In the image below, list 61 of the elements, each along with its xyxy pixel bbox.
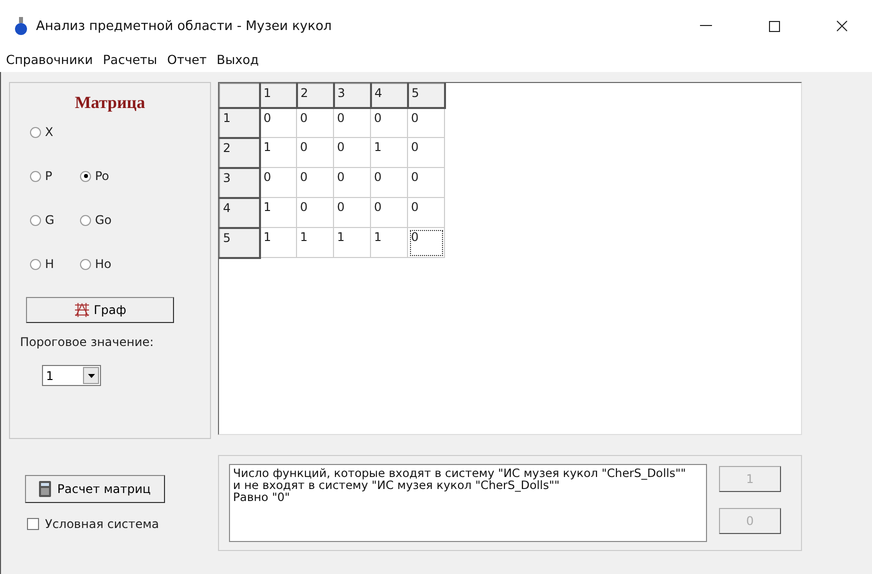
table-cell[interactable]: 0: [334, 198, 370, 228]
table-cell[interactable]: 1: [334, 228, 370, 258]
table-cell[interactable]: 0: [334, 168, 370, 198]
row-header: 3: [220, 168, 260, 198]
table-cell[interactable]: 0: [260, 168, 296, 198]
table-cell[interactable]: 0: [408, 168, 444, 198]
row-header: 4: [220, 198, 260, 228]
radio-option[interactable]: P: [30, 167, 80, 185]
radio-option[interactable]: Ho: [80, 255, 140, 273]
table-cell[interactable]: 0: [408, 138, 444, 168]
menu-item[interactable]: Расчеты: [102, 52, 158, 67]
result-text: Число функций, которые входят в систему "ИС музея кукол "CherS_Dolls"" и не входят в систему "ИС музея кукол "CherS_Dolls"" Равно "0": [229, 464, 707, 542]
graph-icon: [74, 303, 90, 317]
table-cell[interactable]: 0: [370, 108, 408, 138]
table-cell[interactable]: 0: [370, 198, 408, 228]
table-cell[interactable]: 1: [260, 138, 296, 168]
table-cell[interactable]: 1: [370, 228, 408, 258]
table-cell[interactable]: 0: [408, 198, 444, 228]
table-cell[interactable]: 1: [370, 138, 408, 168]
column-header: 4: [370, 84, 408, 108]
table-cell[interactable]: 0: [296, 108, 334, 138]
radio-option[interactable]: G: [30, 211, 80, 229]
radio-option[interactable]: Po: [80, 167, 140, 185]
table-cell[interactable]: 0: [296, 168, 334, 198]
table-cell[interactable]: 0: [296, 138, 334, 168]
row-header: 5: [220, 228, 260, 258]
column-header: 2: [296, 84, 334, 108]
close-icon[interactable]: [836, 20, 848, 32]
table-cell[interactable]: 1: [260, 228, 296, 258]
table-cell[interactable]: 0: [296, 198, 334, 228]
column-header: 1: [260, 84, 296, 108]
menu-item[interactable]: Справочники: [6, 52, 93, 67]
row-header: 2: [220, 138, 260, 168]
column-header: 3: [334, 84, 370, 108]
table-cell[interactable]: 1: [296, 228, 334, 258]
threshold-label: Пороговое значение:: [20, 335, 154, 349]
maximize-icon[interactable]: [768, 20, 780, 32]
menu-item[interactable]: Отчет: [167, 52, 207, 67]
radio-option[interactable]: Go: [80, 211, 140, 229]
table-cell[interactable]: 0: [334, 138, 370, 168]
flask-icon: [14, 17, 28, 35]
threshold-dropdown[interactable]: 1: [42, 365, 101, 386]
table-cell[interactable]: 1: [260, 198, 296, 228]
table-cell[interactable]: 0: [408, 108, 444, 138]
calculator-icon: [39, 481, 52, 497]
menu-item[interactable]: Выход: [216, 52, 259, 67]
table-cell[interactable]: 0: [260, 108, 296, 138]
calculate-button[interactable]: Расчет матриц: [25, 475, 165, 503]
window-title: Анализ предметной области - Музеи кукол: [36, 18, 333, 34]
table-cell[interactable]: 0: [334, 108, 370, 138]
corner-cell: [220, 84, 260, 108]
row-header: 1: [220, 108, 260, 138]
table-cell[interactable]: 0: [408, 228, 444, 258]
conditional-system-checkbox[interactable]: Условная система: [27, 517, 211, 531]
column-header: 5: [408, 84, 444, 108]
radio-option[interactable]: H: [30, 255, 80, 273]
radio-option[interactable]: X: [30, 123, 140, 141]
panel-heading: Матрица: [74, 93, 146, 113]
minimize-icon[interactable]: [700, 25, 712, 27]
graph-button[interactable]: Граф: [26, 297, 174, 323]
table-cell[interactable]: 0: [370, 168, 408, 198]
